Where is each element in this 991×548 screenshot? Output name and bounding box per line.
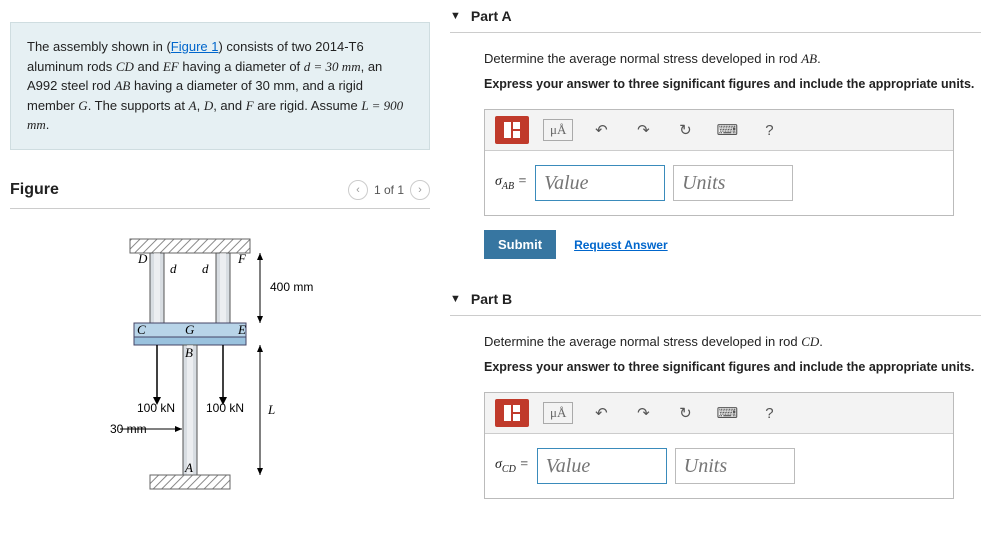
text: , and xyxy=(213,98,246,113)
figure-title: Figure xyxy=(10,181,59,199)
svg-text:d: d xyxy=(170,261,177,276)
var-cd: CD xyxy=(116,59,134,74)
svg-text:D: D xyxy=(137,251,148,266)
svg-text:A: A xyxy=(184,460,193,475)
text: . xyxy=(46,117,50,132)
part-a-header[interactable]: ▼ Part A xyxy=(450,0,981,33)
part-a-instruction: Express your answer to three significant… xyxy=(484,77,981,91)
part-b-instruction: Express your answer to three significant… xyxy=(484,360,981,374)
keyboard-button[interactable]: ⌨ xyxy=(713,401,741,425)
part-b-toolbar: μÅ ↶ ↷ ↻ ⌨ ? xyxy=(485,393,953,434)
undo-button[interactable]: ↶ xyxy=(587,401,615,425)
pager-next-button[interactable]: › xyxy=(410,180,430,200)
text: and xyxy=(134,59,163,74)
svg-text:G: G xyxy=(185,322,195,337)
svg-text:L: L xyxy=(267,402,275,417)
help-button[interactable]: ? xyxy=(755,118,783,142)
part-b-question: Determine the average normal stress deve… xyxy=(484,334,981,350)
var-a: A xyxy=(189,98,197,113)
figure-diagram: D F d d 400 mm C G E B 100 kN 100 kN L 3… xyxy=(90,229,350,509)
problem-statement: The assembly shown in (Figure 1) consist… xyxy=(10,22,430,150)
figure-link[interactable]: Figure 1 xyxy=(171,39,219,54)
pager-prev-button[interactable]: ‹ xyxy=(348,180,368,200)
caret-down-icon: ▼ xyxy=(450,10,461,22)
text: are rigid. Assume xyxy=(254,98,362,113)
units-picker-button[interactable]: μÅ xyxy=(543,119,573,141)
var-ab: AB xyxy=(114,78,130,93)
redo-button[interactable]: ↷ xyxy=(629,401,657,425)
reset-button[interactable]: ↻ xyxy=(671,118,699,142)
text: , xyxy=(197,98,204,113)
caret-down-icon: ▼ xyxy=(450,293,461,305)
svg-text:100 kN: 100 kN xyxy=(137,401,175,415)
undo-button[interactable]: ↶ xyxy=(587,118,615,142)
svg-text:400 mm: 400 mm xyxy=(270,280,313,294)
part-a-question: Determine the average normal stress deve… xyxy=(484,51,981,67)
part-b-value-input[interactable] xyxy=(537,448,667,484)
text: having a diameter of xyxy=(179,59,304,74)
svg-text:d: d xyxy=(202,261,209,276)
part-a-symbol: σAB = xyxy=(495,174,527,192)
redo-button[interactable]: ↷ xyxy=(629,118,657,142)
svg-text:E: E xyxy=(237,322,246,337)
var-ef: EF xyxy=(163,59,179,74)
part-b-label: Part B xyxy=(471,291,512,307)
template-button[interactable] xyxy=(495,116,529,144)
svg-text:C: C xyxy=(137,322,146,337)
part-b-header[interactable]: ▼ Part B xyxy=(450,283,981,316)
var-d2: D xyxy=(204,98,213,113)
units-picker-button[interactable]: μÅ xyxy=(543,402,573,424)
part-a-answer-block: μÅ ↶ ↷ ↻ ⌨ ? σAB = xyxy=(484,109,954,216)
part-b-units-input[interactable] xyxy=(675,448,795,484)
reset-button[interactable]: ↻ xyxy=(671,401,699,425)
part-a-toolbar: μÅ ↶ ↷ ↻ ⌨ ? xyxy=(485,110,953,151)
var-f: F xyxy=(246,98,254,113)
var-g: G xyxy=(78,98,87,113)
part-b-answer-block: μÅ ↶ ↷ ↻ ⌨ ? σCD = xyxy=(484,392,954,499)
svg-text:100 kN: 100 kN xyxy=(206,401,244,415)
var-d: d = 30 mm xyxy=(304,59,361,74)
part-a-submit-button[interactable]: Submit xyxy=(484,230,556,259)
part-a-request-answer-link[interactable]: Request Answer xyxy=(574,238,668,252)
svg-text:F: F xyxy=(237,251,247,266)
svg-text:B: B xyxy=(185,345,193,360)
text: The assembly shown in ( xyxy=(27,39,171,54)
template-button[interactable] xyxy=(495,399,529,427)
help-button[interactable]: ? xyxy=(755,401,783,425)
part-a-label: Part A xyxy=(471,8,512,24)
pager-text: 1 of 1 xyxy=(374,183,404,197)
svg-text:30 mm: 30 mm xyxy=(110,422,147,436)
text: . The supports at xyxy=(88,98,189,113)
keyboard-button[interactable]: ⌨ xyxy=(713,118,741,142)
part-a-units-input[interactable] xyxy=(673,165,793,201)
part-a-value-input[interactable] xyxy=(535,165,665,201)
part-b-symbol: σCD = xyxy=(495,457,529,475)
figure-pager: ‹ 1 of 1 › xyxy=(348,180,430,200)
